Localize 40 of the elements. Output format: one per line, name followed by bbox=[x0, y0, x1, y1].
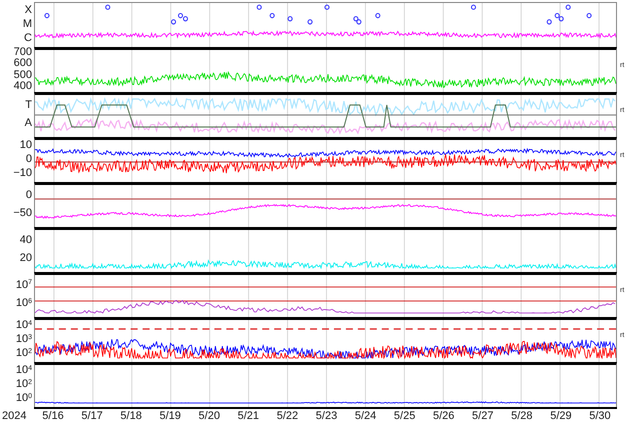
axis-label: C bbox=[24, 33, 32, 44]
axis-label: 10$^{3}$ bbox=[16, 334, 32, 345]
date-label: 5/27 bbox=[472, 409, 494, 423]
date-label: 5/23 bbox=[316, 409, 338, 423]
date-label: 5/18 bbox=[120, 409, 142, 423]
axis-label: 10$^{7}$ bbox=[16, 280, 32, 291]
axis-label: 20 bbox=[20, 253, 32, 264]
axis-label: 700 bbox=[14, 47, 32, 58]
axis-label: 0 bbox=[26, 154, 32, 165]
date-label: 5/17 bbox=[81, 409, 103, 423]
axis-label: −50 bbox=[13, 208, 32, 220]
axis-label: 10$^{4}$ bbox=[16, 365, 32, 376]
date-label: 5/26 bbox=[432, 409, 454, 423]
year-label: 2024 bbox=[2, 409, 26, 423]
date-label: 5/24 bbox=[354, 409, 376, 423]
date-label: 5/16 bbox=[42, 409, 64, 423]
date-label: 5/25 bbox=[394, 409, 416, 423]
axis-label: T bbox=[25, 100, 32, 111]
axis-label: M bbox=[22, 19, 32, 30]
axis-label: 600 bbox=[14, 58, 32, 70]
axis-label: A bbox=[24, 118, 32, 130]
axis-label: 400 bbox=[14, 80, 32, 92]
axis-label: 10 bbox=[20, 140, 32, 151]
date-label: 5/20 bbox=[198, 409, 220, 423]
axis-label: 500 bbox=[14, 70, 32, 81]
axis-label: 0 bbox=[26, 190, 32, 201]
axis-label: 10$^{4}$ bbox=[16, 320, 32, 331]
date-label: 5/22 bbox=[276, 409, 298, 423]
date-label: 5/21 bbox=[238, 409, 260, 423]
date-label: 5/19 bbox=[160, 409, 181, 423]
date-label: 5/29 bbox=[550, 409, 572, 423]
date-label: 5/30 bbox=[589, 409, 611, 423]
axis-label: 10$^{2}$ bbox=[16, 348, 32, 359]
axis-label: 10$^{2}$ bbox=[16, 379, 32, 390]
date-label: 5/28 bbox=[511, 409, 533, 423]
axis-label: −10 bbox=[13, 168, 32, 179]
axis-label: 10$^{6}$ bbox=[16, 298, 32, 310]
axis-label: 40 bbox=[20, 234, 32, 246]
axis-label: X bbox=[24, 5, 32, 16]
axis-label: 10$^{0}$ bbox=[16, 393, 32, 404]
